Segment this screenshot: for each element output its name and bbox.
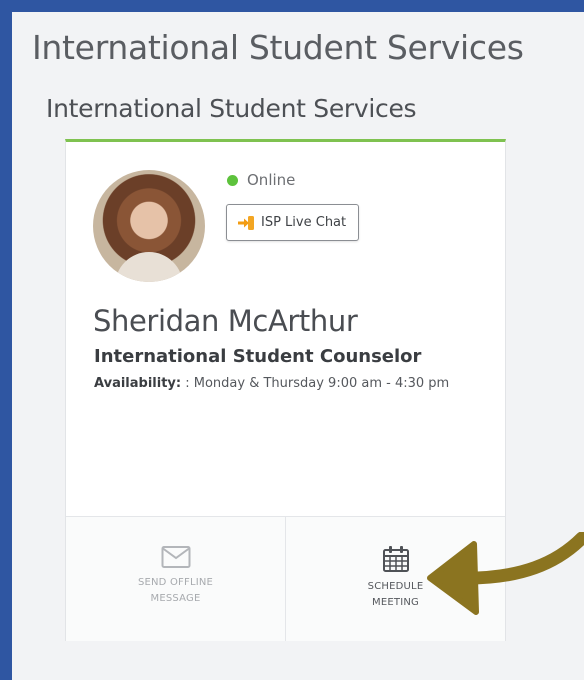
live-chat-button[interactable]: ISP Live Chat bbox=[226, 204, 360, 241]
counselor-name: Sheridan McArthur bbox=[93, 304, 358, 338]
online-status-dot-icon bbox=[227, 174, 238, 186]
schedule-meeting-label: SCHEDULE MEETING bbox=[367, 581, 424, 608]
status-indicator: Online bbox=[227, 171, 295, 189]
avatar-shoulders bbox=[115, 252, 183, 282]
availability-value: : Monday & Thursday 9:00 am - 4:30 pm bbox=[185, 376, 450, 391]
avatar bbox=[93, 170, 205, 282]
live-chat-label: ISP Live Chat bbox=[261, 215, 347, 230]
counselor-role: International Student Counselor bbox=[94, 346, 422, 367]
section-title: International Student Services bbox=[46, 94, 417, 123]
page-title: International Student Services bbox=[32, 28, 524, 67]
calendar-icon bbox=[382, 546, 409, 572]
availability-label: Availability: bbox=[94, 376, 182, 391]
send-offline-message-button[interactable]: SEND OFFLINE MESSAGE bbox=[66, 517, 285, 641]
curved-arrow-icon bbox=[427, 532, 584, 615]
availability: Availability: : Monday & Thursday 9:00 a… bbox=[94, 374, 474, 394]
envelope-icon bbox=[161, 546, 190, 568]
status-text: Online bbox=[247, 171, 296, 189]
send-offline-message-label: SEND OFFLINE MESSAGE bbox=[137, 577, 214, 604]
sign-in-arrow-icon bbox=[238, 215, 254, 230]
